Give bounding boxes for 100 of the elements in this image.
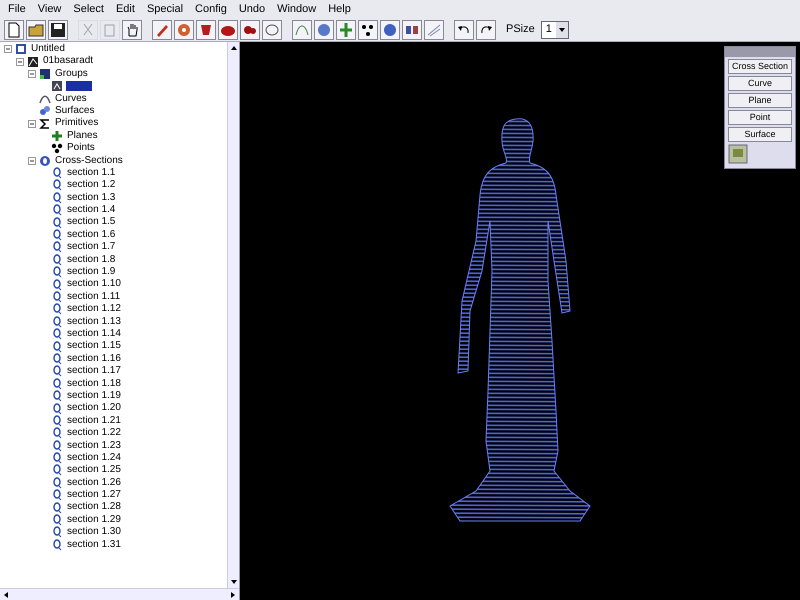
selected-tree-item[interactable] [66,81,92,92]
item-node-icon [51,80,63,92]
section-node-icon [51,340,63,353]
collapse-icon[interactable] [4,45,12,54]
section-node-icon [51,278,63,291]
tree-item[interactable]: section 1.30 [66,526,122,539]
tree-item[interactable]: Surfaces [54,104,96,118]
tree-item[interactable]: section 1.17 [66,365,122,378]
group-node-icon [39,68,51,80]
tree-item[interactable]: section 1.3 [66,192,116,204]
tree-item[interactable]: section 1.31 [66,538,122,552]
section-node-icon [51,427,63,440]
section-node-icon [51,452,63,464]
section-node-icon [51,476,63,489]
collapse-icon[interactable] [28,120,36,128]
tree-item[interactable]: section 1.14 [66,328,122,340]
tree-item[interactable]: section 1.25 [66,464,122,477]
section-node-icon [51,179,63,192]
collapse-icon[interactable] [28,156,36,165]
tree-item[interactable]: section 1.29 [66,514,122,526]
palette-title-bar [725,47,795,57]
tree-item[interactable]: section 1.26 [66,476,122,490]
menu-item[interactable]: View [38,0,62,18]
palette-button[interactable]: Surface [728,127,792,142]
curves-node-icon [39,92,51,105]
tree-item[interactable]: section 1.19 [66,390,122,402]
tree-item[interactable]: Groups [54,68,89,80]
tree-item[interactable]: section 1.6 [66,228,116,242]
tree-item[interactable]: Points [66,142,96,155]
section-node-icon [51,254,63,266]
tree-item[interactable]: section 1.20 [66,402,122,415]
menu-item[interactable]: Window [277,0,316,18]
collapse-icon[interactable] [28,70,36,78]
section-node-icon [51,167,63,180]
tree-item[interactable]: section 1.12 [66,303,122,316]
tree-item[interactable]: section 1.15 [66,340,122,353]
tree-item[interactable]: Cross-Sections [54,154,124,167]
section-node-icon [51,402,63,415]
collapse-icon[interactable] [16,58,24,66]
primitives-node-icon [39,118,51,130]
section-node-icon [51,328,63,340]
section-node-icon [51,538,63,551]
section-node-icon [51,241,63,254]
menu-item[interactable]: Config [195,0,227,18]
tree-item[interactable]: section 1.9 [66,266,116,278]
tree-item[interactable]: Primitives [54,117,100,130]
section-node-icon [51,414,63,427]
palette-tool-icon[interactable] [728,144,748,164]
psize-label: PSize [506,22,535,38]
vertical-scrollbar[interactable] [227,42,239,588]
tree-item[interactable]: section 1.10 [66,278,122,291]
menu-item[interactable]: Select [73,0,104,18]
tree-item[interactable]: section 1.24 [66,452,122,464]
horizontal-scrollbar[interactable] [0,588,239,600]
tree-item[interactable]: section 1.4 [66,204,116,216]
section-node-icon [51,316,63,328]
tree-item[interactable]: section 1.11 [66,290,122,304]
tree-item[interactable]: section 1.21 [66,414,122,428]
tree-item[interactable]: section 1.16 [66,352,122,366]
menu-item[interactable]: Edit [116,0,135,18]
section-node-icon [51,502,63,514]
section-node-icon [51,390,63,402]
tree-item[interactable]: section 1.7 [66,241,116,254]
palette-button[interactable]: Point [728,110,792,125]
tree-item[interactable]: section 1.1 [66,166,116,180]
tree-item[interactable]: section 1.13 [66,316,122,328]
tree-item[interactable]: section 1.27 [66,489,122,502]
section-node-icon [51,266,63,278]
psize-dropdown[interactable]: 1 [540,20,569,38]
section-node-icon [51,303,63,316]
section-node-icon [51,192,63,204]
menu-item[interactable]: Help [328,0,351,18]
planes-node-icon [51,130,63,142]
section-node-icon [51,229,63,242]
tree-item[interactable]: section 1.5 [66,216,116,229]
points-node-icon [51,142,63,154]
palette-button[interactable]: Plane [728,93,792,108]
3d-viewport[interactable]: Cross Section Curve Plane Point Surface [240,42,800,600]
palette-button[interactable]: Curve [728,76,792,91]
menu-item[interactable]: Undo [238,0,266,18]
tree-item[interactable]: Untitled [30,43,66,56]
dropdown-caret-icon[interactable] [556,22,568,38]
sections-node-icon [39,154,51,167]
section-node-icon [51,216,63,229]
section-node-icon [51,514,63,526]
tree-item[interactable]: section 1.8 [66,254,116,266]
tree-item[interactable]: 01basaradt [42,55,94,68]
tree-item[interactable]: section 1.23 [66,440,122,452]
tree-item[interactable]: Curves [54,92,88,105]
tree-item[interactable]: section 1.28 [66,501,122,514]
tree-item[interactable]: Planes [66,130,99,142]
menu-item[interactable]: File [8,0,26,18]
palette-button[interactable]: Cross Section [728,59,792,74]
tree-item[interactable]: section 1.18 [66,378,122,390]
menu-item[interactable]: Special [146,0,184,18]
tree-item[interactable]: section 1.22 [66,427,122,440]
tree-item[interactable]: section 1.2 [66,179,116,192]
section-node-icon [51,526,63,538]
section-node-icon [51,352,63,365]
surfaces-node-icon [39,105,51,118]
